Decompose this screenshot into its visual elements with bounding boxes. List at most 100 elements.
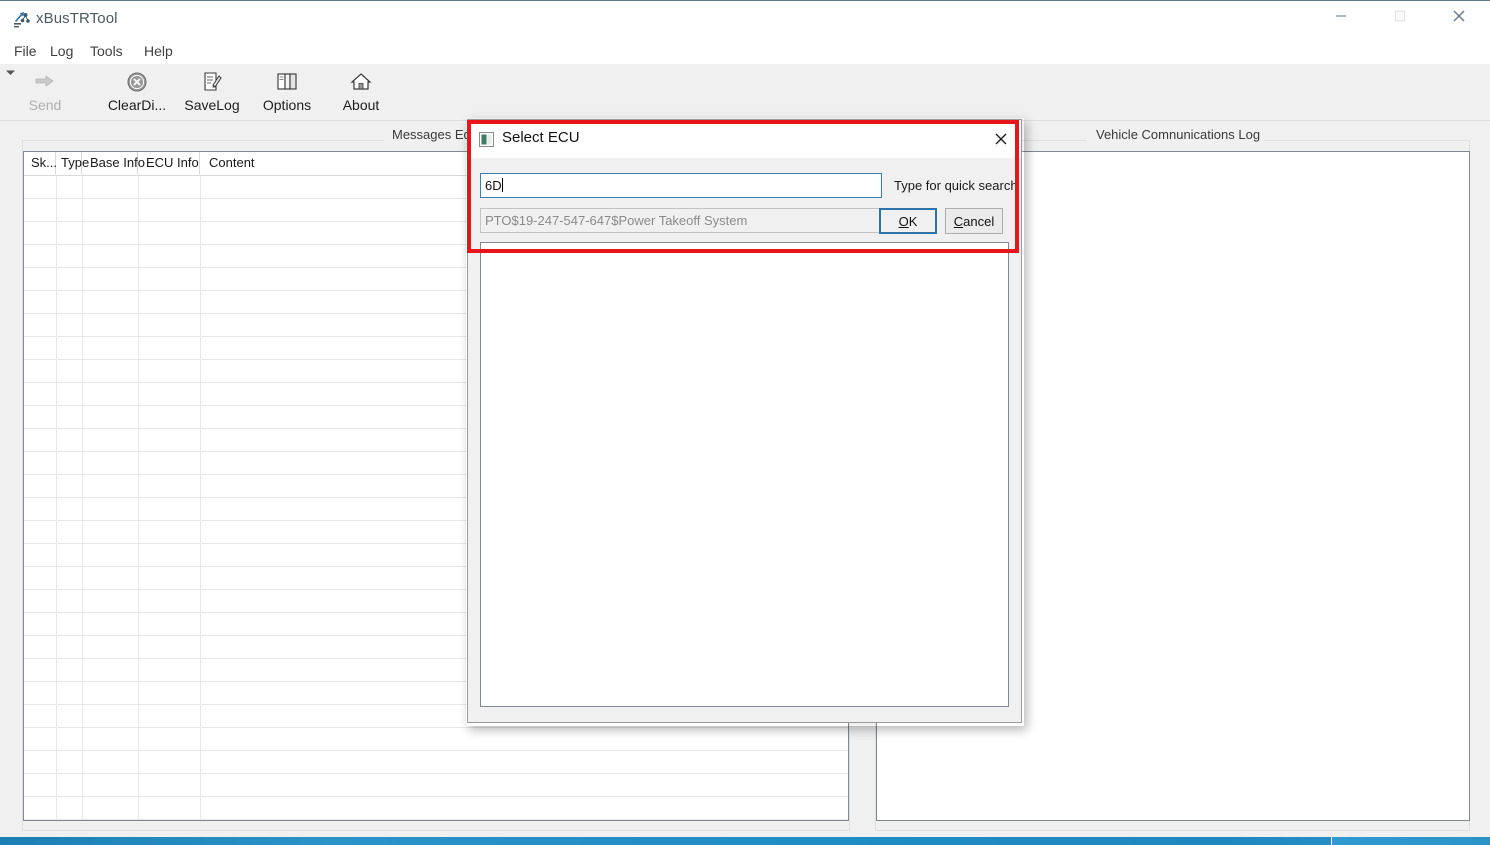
table-row[interactable] <box>24 728 848 751</box>
column-header-type[interactable]: Type <box>56 152 89 174</box>
minimize-button[interactable] <box>1318 1 1364 31</box>
table-cell-divider <box>82 659 83 681</box>
table-cell-divider <box>200 567 201 589</box>
table-cell-divider <box>56 245 57 267</box>
table-cell-divider <box>138 498 139 520</box>
send-button[interactable]: Send <box>14 66 76 118</box>
table-cell-divider <box>138 682 139 704</box>
dialog-close-button[interactable] <box>980 120 1021 158</box>
table-cell-divider <box>200 498 201 520</box>
table-cell-divider <box>138 360 139 382</box>
table-cell-divider <box>138 659 139 681</box>
table-cell-divider <box>56 176 57 198</box>
table-cell-divider <box>82 337 83 359</box>
table-cell-divider <box>82 245 83 267</box>
table-cell-divider <box>200 360 201 382</box>
table-cell-divider <box>56 751 57 773</box>
table-cell-divider <box>138 613 139 635</box>
ecu-result-field[interactable]: PTO$19-247-547-647$Power Takeoff System <box>480 208 882 233</box>
table-cell-divider <box>82 820 83 821</box>
save-log-button[interactable]: SaveLog <box>176 66 248 118</box>
options-button[interactable]: Options <box>251 66 323 118</box>
table-cell-divider <box>82 636 83 658</box>
menu-item-log[interactable]: Log <box>44 41 79 61</box>
table-cell-divider <box>200 475 201 497</box>
dialog-title: Select ECU <box>502 129 580 146</box>
column-header-base-info[interactable]: Base Info <box>82 152 145 174</box>
table-cell-divider <box>200 314 201 336</box>
clear-circle-x-icon <box>126 71 148 93</box>
table-cell-divider <box>56 222 57 244</box>
ecu-list-box[interactable] <box>480 242 1009 707</box>
table-row[interactable] <box>24 751 848 774</box>
table-cell-divider <box>82 590 83 612</box>
table-cell-divider <box>138 521 139 543</box>
ok-button-accel: O <box>898 213 909 229</box>
table-cell-divider <box>56 797 57 819</box>
table-cell-divider <box>138 199 139 221</box>
send-label: Send <box>28 97 62 113</box>
table-cell-divider <box>82 360 83 382</box>
table-cell-divider <box>200 613 201 635</box>
table-row[interactable] <box>24 797 848 820</box>
table-cell-divider <box>138 544 139 566</box>
table-cell-divider <box>200 222 201 244</box>
select-ecu-dialog: Select ECU 6D Type for quick search PTO$… <box>467 119 1022 723</box>
table-cell-divider <box>200 728 201 750</box>
table-row[interactable] <box>24 774 848 797</box>
table-cell-divider <box>138 705 139 727</box>
table-cell-divider <box>82 475 83 497</box>
table-cell-divider <box>56 498 57 520</box>
ok-button[interactable]: OK <box>879 208 937 234</box>
send-arrow-icon <box>34 71 56 93</box>
table-cell-divider <box>56 521 57 543</box>
table-cell-divider <box>138 245 139 267</box>
menu-item-tools[interactable]: Tools <box>84 41 129 61</box>
table-cell-divider <box>56 360 57 382</box>
clear-display-button[interactable]: ClearDi... <box>100 66 174 118</box>
table-cell-divider <box>82 406 83 428</box>
table-cell-divider <box>138 452 139 474</box>
table-cell-divider <box>56 383 57 405</box>
table-cell-divider <box>82 567 83 589</box>
table-cell-divider <box>82 268 83 290</box>
table-cell-divider <box>138 268 139 290</box>
table-cell-divider <box>200 268 201 290</box>
table-cell-divider <box>200 383 201 405</box>
table-cell-divider <box>138 429 139 451</box>
table-cell-divider <box>56 199 57 221</box>
cancel-button[interactable]: Cancel <box>945 208 1003 234</box>
table-cell-divider <box>138 590 139 612</box>
table-cell-divider <box>56 705 57 727</box>
table-cell-divider <box>56 728 57 750</box>
app-title: xBusTRTool <box>36 10 118 27</box>
save-log-icon <box>201 71 223 93</box>
table-cell-divider <box>56 567 57 589</box>
table-cell-divider <box>56 406 57 428</box>
table-cell-divider <box>200 797 201 819</box>
cancel-button-accel: C <box>953 213 964 229</box>
menu-item-help[interactable]: Help <box>138 41 179 61</box>
close-button[interactable] <box>1436 1 1482 31</box>
column-header-ecu-info[interactable]: ECU Info <box>138 152 200 174</box>
table-cell-divider <box>82 682 83 704</box>
column-header-sk[interactable]: Sk... <box>24 152 57 174</box>
about-button[interactable]: About <box>327 66 395 118</box>
log-group-line-right <box>1258 140 1470 141</box>
table-cell-divider <box>200 337 201 359</box>
table-cell-divider <box>138 636 139 658</box>
table-cell-divider <box>200 452 201 474</box>
table-cell-divider <box>138 820 139 821</box>
maximize-button[interactable] <box>1377 1 1423 31</box>
table-row[interactable] <box>24 820 848 821</box>
ecu-search-input[interactable]: 6D <box>480 173 882 198</box>
table-cell-divider <box>56 429 57 451</box>
table-cell-divider <box>138 567 139 589</box>
table-cell-divider <box>200 636 201 658</box>
table-cell-divider <box>82 176 83 198</box>
table-cell-divider <box>56 314 57 336</box>
table-cell-divider <box>138 406 139 428</box>
messages-group-line-left <box>22 140 384 141</box>
menu-item-file[interactable]: File <box>8 41 43 61</box>
table-cell-divider <box>82 774 83 796</box>
